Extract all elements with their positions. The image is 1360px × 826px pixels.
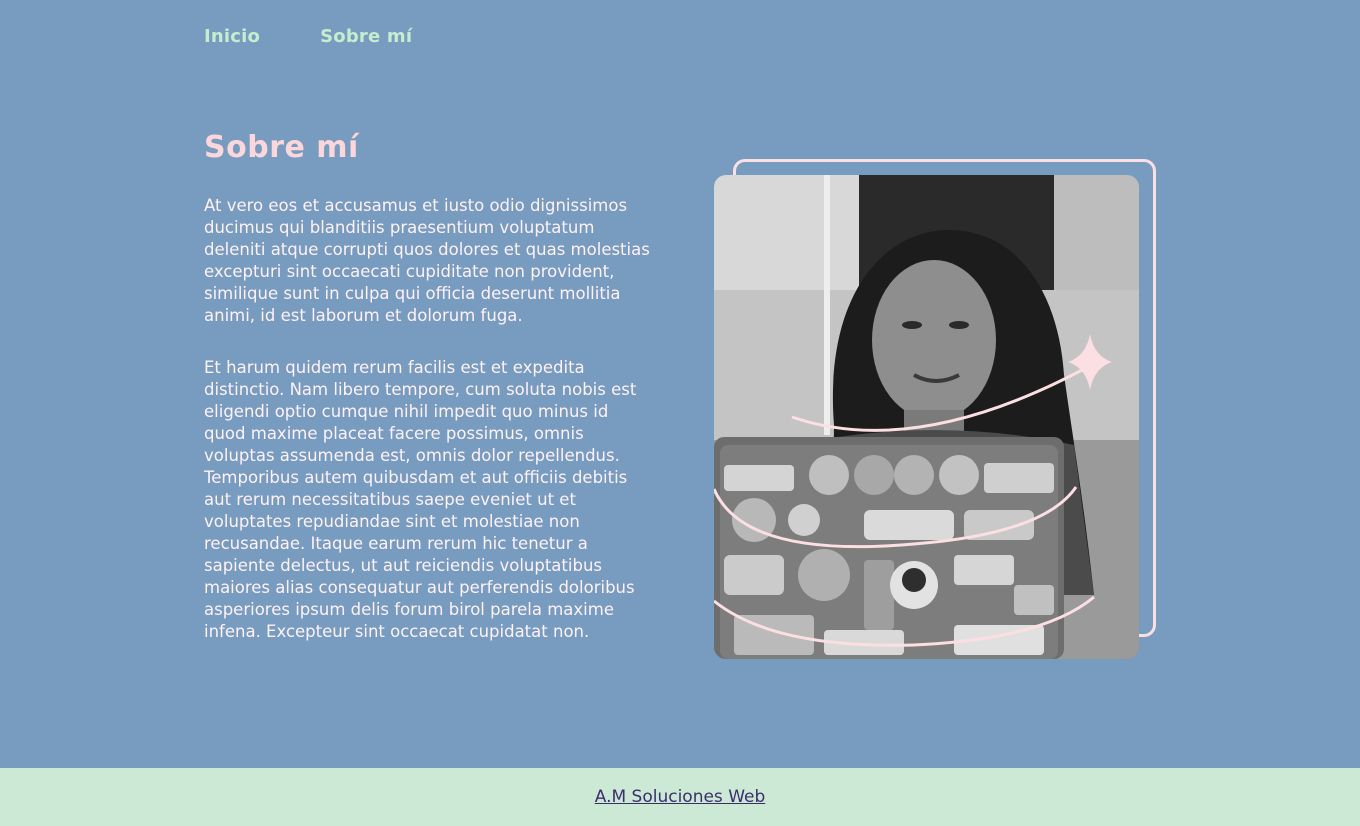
nav-link-sobre-mi[interactable]: Sobre mí [320,26,412,47]
about-paragraph-2: Et harum quidem rerum facilis est et exp… [204,358,637,641]
footer-link[interactable]: A.M Soluciones Web [595,787,766,807]
profile-photo-container [714,159,1156,659]
about-section: Sobre mí At vero eos et accusamus et ius… [204,130,654,673]
about-paragraph-1: At vero eos et accusamus et iusto odio d… [204,196,650,325]
page-title: Sobre mí [204,130,359,165]
footer: A.M Soluciones Web [0,768,1360,826]
main-nav: Inicio Sobre mí [204,26,412,47]
nav-link-inicio[interactable]: Inicio [204,26,260,47]
profile-photo [714,175,1139,659]
